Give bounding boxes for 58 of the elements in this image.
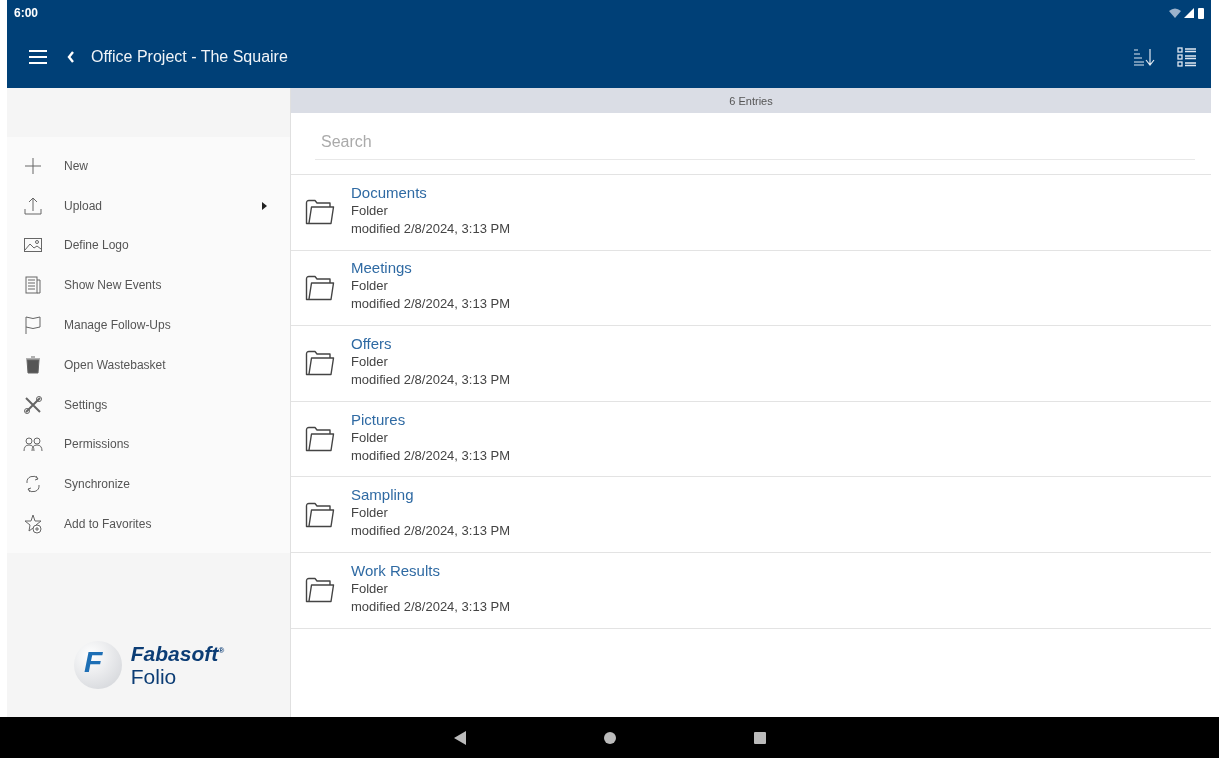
folder-icon xyxy=(305,350,335,377)
submenu-arrow-icon xyxy=(262,201,267,210)
list-view-icon xyxy=(1177,47,1197,67)
item-type: Folder xyxy=(351,579,388,598)
folder-link[interactable]: Documents xyxy=(351,182,427,202)
circle-icon xyxy=(603,731,616,744)
status-icons xyxy=(1169,7,1205,19)
entry-count: 6 Entries xyxy=(291,88,1211,113)
logo-letter: F xyxy=(84,647,103,677)
menu-item[interactable]: Define Logo xyxy=(7,225,290,266)
square-icon xyxy=(753,731,766,744)
folder-icon xyxy=(305,274,335,301)
trash-icon xyxy=(23,354,43,375)
menu-item[interactable]: Synchronize xyxy=(7,464,290,505)
menu-icon xyxy=(29,50,47,64)
product-name: Folio xyxy=(130,666,178,687)
chevron-left-icon xyxy=(67,51,75,63)
menu-item[interactable]: Settings xyxy=(7,384,290,425)
tools-icon xyxy=(23,394,43,415)
brand-name: Fabasoft$^{®}$ xyxy=(130,643,225,664)
status-time: 6:00 xyxy=(14,6,39,20)
modified-date: modified 2/8/2024, 3:13 PM xyxy=(351,522,510,541)
sync-icon xyxy=(23,474,43,495)
folder-link[interactable]: Offers xyxy=(351,334,392,353)
flag-icon xyxy=(23,315,43,336)
window-title: Office Project - The Squaire xyxy=(91,48,288,66)
triangle-icon xyxy=(453,730,466,745)
menu-item[interactable]: Add to Favorites xyxy=(7,504,290,544)
item-type: Folder xyxy=(351,504,388,523)
item-type: Folder xyxy=(351,201,388,220)
folder-icon xyxy=(305,577,335,604)
plus-icon xyxy=(23,155,43,176)
item-type: Folder xyxy=(351,353,388,371)
menu-item[interactable]: Upload xyxy=(7,185,290,226)
modified-date: modified 2/8/2024, 3:13 PM xyxy=(351,597,510,616)
folder-link[interactable]: Meetings xyxy=(351,258,412,278)
folder-icon xyxy=(305,199,335,226)
upload-icon xyxy=(23,195,43,216)
logo-icon xyxy=(72,640,123,690)
item-type: Folder xyxy=(351,277,388,296)
folder-link[interactable]: Work Results xyxy=(351,560,440,580)
folder-link[interactable]: Sampling xyxy=(351,485,414,505)
menu-item[interactable]: Show New Events xyxy=(7,265,290,306)
document-icon xyxy=(23,275,43,296)
folder-icon xyxy=(305,426,335,453)
folder-icon xyxy=(305,501,335,528)
sort-icon xyxy=(1133,48,1157,66)
menu-item[interactable]: Open Wastebasket xyxy=(7,345,290,385)
modified-date: modified 2/8/2024, 3:13 PM xyxy=(351,371,510,389)
menu-item[interactable]: Manage Follow-Ups xyxy=(7,305,290,345)
modified-date: modified 2/8/2024, 3:13 PM xyxy=(351,219,510,238)
modified-date: modified 2/8/2024, 3:13 PM xyxy=(351,446,510,465)
modified-date: modified 2/8/2024, 3:13 PM xyxy=(351,295,510,314)
menu-item[interactable]: New xyxy=(7,146,290,186)
menu-item[interactable]: Permissions xyxy=(7,424,290,465)
item-type: Folder xyxy=(351,428,388,447)
star-icon xyxy=(23,514,43,535)
folder-link[interactable]: Pictures xyxy=(351,409,406,429)
